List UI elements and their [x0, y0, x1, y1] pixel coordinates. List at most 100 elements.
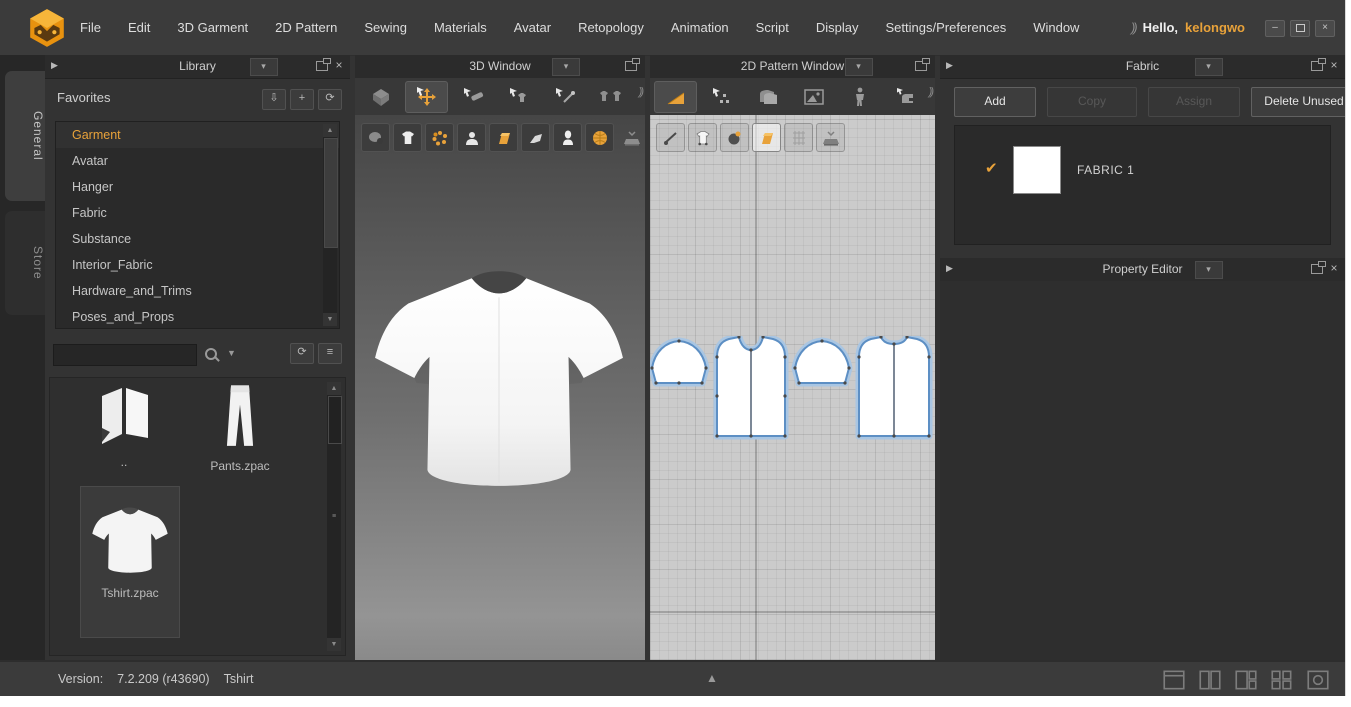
menu-file[interactable]: File	[80, 20, 101, 35]
favorite-item-hardware-and-trims[interactable]: Hardware_and_Trims	[56, 278, 339, 304]
favorite-item-avatar[interactable]: Avatar	[56, 148, 339, 174]
scroll-down-icon[interactable]: ▼	[327, 638, 341, 651]
edit-pattern-tool[interactable]	[700, 81, 743, 113]
show-pattern-marks-toggle[interactable]	[688, 123, 717, 152]
show-pins-toggle[interactable]	[720, 123, 749, 152]
app-logo-icon[interactable]	[24, 7, 70, 49]
3d-window-header[interactable]: 3D Window ▾	[355, 55, 645, 79]
2d-viewport[interactable]	[650, 115, 935, 660]
favorite-item-interior-fabric[interactable]: Interior_Fabric	[56, 252, 339, 278]
symmetric-garment-tool[interactable]	[589, 81, 632, 113]
favorite-item-hanger[interactable]: Hanger	[56, 174, 339, 200]
scroll-up-icon[interactable]: ▲	[327, 382, 341, 395]
transform-pattern-tool[interactable]	[654, 81, 697, 113]
tshirt-3d-model[interactable]	[368, 263, 630, 491]
show-seams-toggle[interactable]	[425, 123, 454, 152]
pattern-sleeve-left[interactable]	[650, 339, 707, 384]
view-gizmo-tool[interactable]	[359, 81, 402, 113]
add-favorite-button[interactable]: +	[290, 89, 314, 110]
steamer-toggle[interactable]	[816, 123, 845, 152]
toolbar-overflow-icon[interactable]: ))	[639, 86, 642, 98]
menu-edit[interactable]: Edit	[128, 20, 150, 35]
minimize-button[interactable]: –	[1265, 20, 1285, 37]
edit-texture-toggle[interactable]	[656, 123, 685, 152]
menu-retopology[interactable]: Retopology	[578, 20, 644, 35]
file-tile-pants[interactable]: Pants.zpac	[188, 384, 292, 473]
tab-general[interactable]: General	[5, 71, 45, 201]
brush-tool[interactable]	[451, 81, 494, 113]
pin-tool[interactable]	[543, 81, 586, 113]
menu-animation[interactable]: Animation	[671, 20, 729, 35]
show-grid-toggle[interactable]	[784, 123, 813, 152]
favorites-scrollbar[interactable]: ▲ ▼	[323, 124, 337, 326]
2d-pattern-dropdown[interactable]: ▾	[845, 58, 873, 76]
toolbar-overflow-icon[interactable]: ))	[929, 86, 932, 98]
show-environment-toggle[interactable]	[585, 123, 614, 152]
library-panel-dropdown[interactable]: ▾	[250, 58, 278, 76]
fabric-swatch[interactable]	[1013, 146, 1061, 194]
scroll-down-icon[interactable]: ▼	[323, 313, 337, 326]
search-icon[interactable]	[205, 348, 217, 360]
pattern-back-bodice[interactable]	[857, 336, 930, 438]
capture-view-icon[interactable]	[1305, 668, 1331, 692]
menu-window[interactable]: Window	[1033, 20, 1079, 35]
show-cloth-toggle[interactable]	[521, 123, 550, 152]
float-panel-icon[interactable]	[1311, 264, 1323, 274]
import-library-button[interactable]: ⇩	[262, 89, 286, 110]
sewing-machine-tool[interactable]	[884, 81, 927, 113]
pattern-front-bodice[interactable]	[715, 336, 786, 438]
menu-3d-garment[interactable]: 3D Garment	[177, 20, 248, 35]
float-panel-icon[interactable]	[316, 61, 328, 71]
add-fabric-button[interactable]: Add	[954, 87, 1036, 117]
refresh-files-button[interactable]: ⟳	[290, 343, 314, 364]
assign-fabric-button[interactable]: Assign	[1148, 87, 1240, 117]
file-tile-tshirt[interactable]: Tshirt.zpac	[80, 486, 180, 638]
favorite-item-garment[interactable]: Garment	[56, 122, 339, 148]
float-panel-icon[interactable]	[915, 61, 927, 71]
layout-quad-icon[interactable]	[1269, 668, 1295, 692]
create-pattern-tool[interactable]	[746, 81, 789, 113]
show-avatar-2d-tool[interactable]	[838, 81, 881, 113]
layout-two-pane-icon[interactable]	[1197, 668, 1223, 692]
float-panel-icon[interactable]	[1311, 61, 1323, 71]
show-mannequin-toggle[interactable]	[553, 123, 582, 152]
menu-settings-preferences[interactable]: Settings/Preferences	[886, 20, 1007, 35]
move-gizmo-tool[interactable]	[405, 81, 448, 113]
close-button[interactable]: ×	[1315, 20, 1335, 37]
menu-sewing[interactable]: Sewing	[364, 20, 407, 35]
expand-timeline-icon[interactable]: ▲	[706, 671, 718, 685]
search-options-caret-icon[interactable]: ▼	[227, 348, 236, 358]
search-input[interactable]	[53, 344, 197, 366]
pattern-pieces[interactable]	[650, 336, 935, 442]
select-garment-tool[interactable]	[497, 81, 540, 113]
show-fabric-toggle[interactable]	[489, 123, 518, 152]
layout-single-icon[interactable]	[1161, 668, 1187, 692]
scrollbar-thumb[interactable]	[328, 396, 342, 444]
library-panel-header[interactable]: ▶ Library ▾ ×	[45, 55, 350, 79]
list-view-button[interactable]: ≡	[318, 343, 342, 364]
show-avatar-silhouette-toggle[interactable]	[457, 123, 486, 152]
scrollbar-thumb[interactable]	[324, 138, 338, 248]
scroll-up-icon[interactable]: ▲	[323, 124, 337, 137]
files-scrollbar[interactable]: ▲ ≡ ▼	[327, 382, 341, 651]
copy-fabric-button[interactable]: Copy	[1047, 87, 1137, 117]
show-garment-toggle[interactable]	[393, 123, 422, 152]
fabric-panel-dropdown[interactable]: ▾	[1195, 58, 1223, 76]
file-tile-parent-folder[interactable]: ..	[72, 384, 176, 469]
property-editor-dropdown[interactable]: ▾	[1195, 261, 1223, 279]
menu-display[interactable]: Display	[816, 20, 859, 35]
fabric-panel-header[interactable]: ▶ Fabric ▾ ×	[940, 55, 1345, 79]
delete-unused-fabric-button[interactable]: Delete Unused	[1251, 87, 1346, 117]
close-panel-icon[interactable]: ×	[1327, 58, 1341, 72]
favorite-item-fabric[interactable]: Fabric	[56, 200, 339, 226]
refresh-library-button[interactable]: ⟳	[318, 89, 342, 110]
property-editor-header[interactable]: ▶ Property Editor ▾ ×	[940, 258, 1345, 282]
close-panel-icon[interactable]: ×	[1327, 261, 1341, 275]
tab-store[interactable]: Store	[5, 211, 45, 315]
float-panel-icon[interactable]	[625, 61, 637, 71]
favorite-item-clipped[interactable]: Poses_and_Props	[56, 304, 339, 329]
show-avatar-toggle[interactable]	[361, 123, 390, 152]
maximize-button[interactable]	[1290, 20, 1310, 37]
show-fabric-toggle[interactable]	[752, 123, 781, 152]
2d-pattern-header[interactable]: 2D Pattern Window ▾	[650, 55, 935, 79]
